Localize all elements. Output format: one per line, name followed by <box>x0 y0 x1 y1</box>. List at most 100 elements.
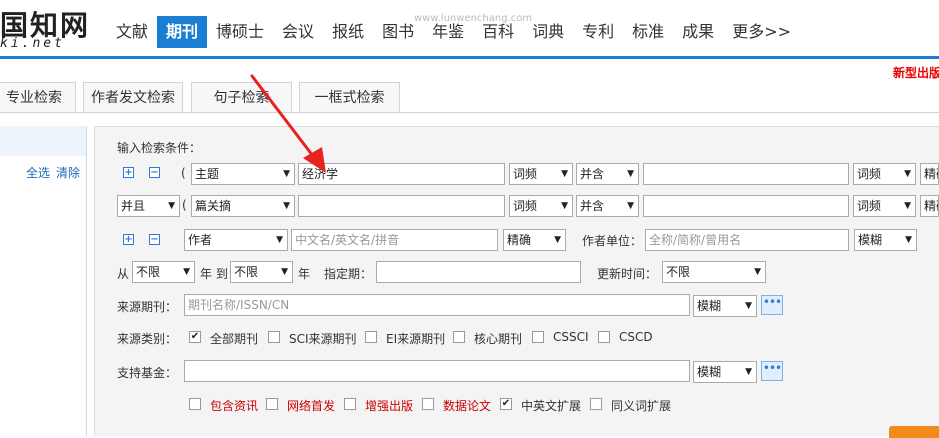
nav-item-journal[interactable]: 期刊 <box>157 16 208 48</box>
tab-professional-search[interactable]: 专业检索 <box>0 82 76 112</box>
update-time-select[interactable]: 不限 ▼ <box>662 261 766 283</box>
checkbox-sci[interactable] <box>268 331 280 343</box>
checkbox-cssci[interactable] <box>532 331 544 343</box>
checkbox-label: CSCD <box>619 330 653 344</box>
year-to-label: 年 到 <box>200 267 228 281</box>
author-input[interactable]: 中文名/英文名/拼音 <box>291 229 498 251</box>
checkbox-label: CSSCI <box>553 330 589 344</box>
nav-item-standard[interactable]: 标准 <box>623 16 673 48</box>
field-select-2[interactable]: 篇关摘 ▼ <box>191 195 295 217</box>
match-select-2c[interactable]: 精确 <box>920 195 939 217</box>
nav-item-encyclopedia[interactable]: 百科 <box>473 16 523 48</box>
plus-icon[interactable]: + <box>123 234 134 245</box>
tabs-divider <box>0 112 939 113</box>
logic-select-2[interactable]: 并且 ▼ <box>117 195 180 217</box>
year-label: 年 <box>298 267 311 281</box>
chevron-down-icon: ▼ <box>561 169 568 179</box>
nav-item-yearbook[interactable]: 年鉴 <box>423 16 473 48</box>
keyword-input-2b[interactable] <box>643 195 849 217</box>
source-journal-match-select[interactable]: 模糊 ▼ <box>693 295 757 317</box>
fund-label: 支持基金： <box>117 366 178 380</box>
checkbox-data-paper[interactable] <box>422 398 434 410</box>
checkbox-synonym-expand[interactable] <box>590 398 602 410</box>
keyword-input-1b[interactable] <box>643 163 849 185</box>
tab-single-box-search[interactable]: 一框式检索 <box>299 82 400 112</box>
chevron-down-icon: ▼ <box>905 235 912 245</box>
from-label: 从 <box>117 267 130 281</box>
minus-icon[interactable]: − <box>149 167 160 178</box>
fund-input[interactable] <box>184 360 690 382</box>
operator-select-1[interactable]: 并含 ▼ <box>576 163 639 185</box>
nav-item-thesis[interactable]: 博硕士 <box>207 16 273 48</box>
operator-select-2[interactable]: 并含 ▼ <box>576 195 639 217</box>
fund-match-select[interactable]: 模糊 ▼ <box>693 361 757 383</box>
chevron-down-icon: ▼ <box>168 201 175 211</box>
select-all-link[interactable]: 全选 <box>26 164 50 181</box>
nav-item-literature[interactable]: 文献 <box>107 16 157 48</box>
open-paren: ( <box>181 166 186 180</box>
minus-icon[interactable]: − <box>149 234 160 245</box>
period-input[interactable] <box>376 261 581 283</box>
checkbox-label: 全部期刊 <box>210 332 259 346</box>
clear-link[interactable]: 清除 <box>56 164 80 181</box>
checkbox-all-journals[interactable]: ✔ <box>189 331 201 343</box>
tab-sentence-search[interactable]: 句子检索 <box>191 82 292 112</box>
chevron-down-icon: ▼ <box>281 267 288 277</box>
year-to-select[interactable]: 不限 ▼ <box>230 261 293 283</box>
checkbox-enhanced[interactable] <box>344 398 356 410</box>
new-publishing-link[interactable]: 新型出版 <box>893 64 939 81</box>
checkbox-label: 数据论文 <box>443 399 492 413</box>
nav-item-patent[interactable]: 专利 <box>573 16 623 48</box>
chevron-down-icon: ▼ <box>554 235 561 245</box>
source-journal-input[interactable]: 期刊名称/ISSN/CN <box>184 294 690 316</box>
nav-item-book[interactable]: 图书 <box>373 16 423 48</box>
chevron-down-icon: ▼ <box>276 235 283 245</box>
nav-item-dictionary[interactable]: 词典 <box>523 16 573 48</box>
source-category-label: 来源类别： <box>117 332 178 346</box>
author-field-select[interactable]: 作者 ▼ <box>184 229 288 251</box>
site-logo-sub: ki.net <box>0 36 65 51</box>
nav-item-achievement[interactable]: 成果 <box>673 16 723 48</box>
chevron-down-icon: ▼ <box>561 201 568 211</box>
checkbox-label: 网络首发 <box>287 399 336 413</box>
checkbox-cn-en-expand[interactable]: ✔ <box>500 398 512 410</box>
checkbox-label: EI来源期刊 <box>386 332 446 346</box>
checkbox-label: 同义词扩展 <box>611 399 672 413</box>
chevron-down-icon: ▼ <box>745 367 752 377</box>
match-select-2b[interactable]: 词频 ▼ <box>853 195 916 217</box>
nav-item-more[interactable]: 更多>> <box>723 16 800 48</box>
field-select-1[interactable]: 主题 ▼ <box>191 163 295 185</box>
unit-match-select[interactable]: 模糊 ▼ <box>854 229 917 251</box>
plus-icon[interactable]: + <box>123 167 134 178</box>
year-from-select[interactable]: 不限 ▼ <box>132 261 195 283</box>
author-match-select[interactable]: 精确 ▼ <box>503 229 566 251</box>
author-unit-label: 作者单位： <box>582 234 643 248</box>
open-paren: ( <box>182 198 187 212</box>
chevron-down-icon: ▼ <box>745 301 752 311</box>
more-options-icon[interactable]: ••• <box>761 361 783 381</box>
chevron-down-icon: ▼ <box>627 169 634 179</box>
match-select-1[interactable]: 词频 ▼ <box>509 163 573 185</box>
author-unit-input[interactable]: 全称/简称/曾用名 <box>645 229 849 251</box>
checkbox-cscd[interactable] <box>598 331 610 343</box>
more-options-icon[interactable]: ••• <box>761 295 783 315</box>
checkbox-label: 中英文扩展 <box>521 399 582 413</box>
chevron-down-icon: ▼ <box>283 169 290 179</box>
nav-item-conference[interactable]: 会议 <box>273 16 323 48</box>
keyword-input-1[interactable]: 经济学 <box>298 163 505 185</box>
checkbox-online-first[interactable] <box>266 398 278 410</box>
match-select-2[interactable]: 词频 ▼ <box>509 195 573 217</box>
match-select-1c[interactable]: 精确 <box>920 163 939 185</box>
match-select-1b[interactable]: 词频 ▼ <box>853 163 916 185</box>
chevron-down-icon: ▼ <box>904 169 911 179</box>
search-button[interactable] <box>889 426 939 438</box>
keyword-input-2[interactable] <box>298 195 505 217</box>
checkbox-label: 增强出版 <box>365 399 414 413</box>
checkbox-ei[interactable] <box>365 331 377 343</box>
checkbox-core[interactable] <box>453 331 465 343</box>
chevron-down-icon: ▼ <box>904 201 911 211</box>
nav-item-newspaper[interactable]: 报纸 <box>323 16 373 48</box>
chevron-down-icon: ▼ <box>283 201 290 211</box>
checkbox-include-news[interactable] <box>189 398 201 410</box>
tab-author-search[interactable]: 作者发文检索 <box>83 82 183 112</box>
